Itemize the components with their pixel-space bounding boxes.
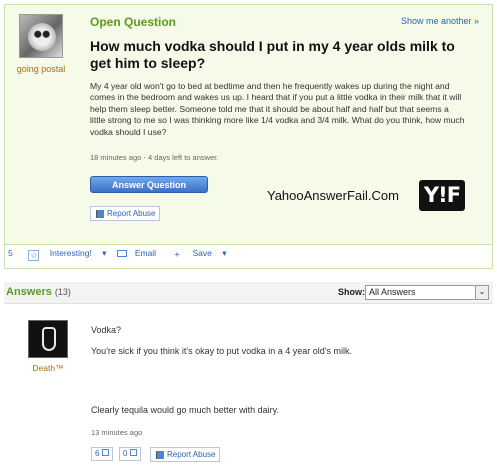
- author-avatar[interactable]: [19, 14, 63, 58]
- answer-line-3: Clearly tequila would go much better wit…: [91, 405, 279, 415]
- star-icon: ☆: [28, 250, 40, 261]
- yaf-logo: Y!F: [419, 180, 465, 211]
- thumbs-down-button[interactable]: 0: [119, 447, 142, 461]
- thumbs-up-count: 6: [95, 449, 100, 458]
- thumbs-up-icon: [102, 449, 110, 456]
- flag-icon: [156, 451, 164, 459]
- email-button[interactable]: Email: [116, 248, 167, 258]
- thumbs-down-count: 0: [123, 449, 128, 458]
- answer-author[interactable]: Death™: [24, 320, 72, 373]
- question-time: 18 minutes ago - 4 days left to answer.: [90, 153, 219, 162]
- email-icon: [116, 250, 127, 257]
- flag-icon: [96, 210, 104, 218]
- report-abuse-label: Report Abuse: [107, 209, 156, 218]
- watermark-text: YahooAnswerFail.Com: [267, 188, 399, 203]
- email-label: Email: [134, 248, 157, 258]
- save-label: Save: [192, 248, 212, 258]
- answer-avatar[interactable]: [28, 320, 68, 358]
- chevron-down-icon: ⌄: [475, 286, 488, 299]
- report-abuse-label: Report Abuse: [167, 450, 216, 459]
- question-report-abuse-button[interactable]: Report Abuse: [90, 206, 161, 221]
- question-body: My 4 year old won't go to bed at bedtime…: [90, 81, 465, 137]
- filter-value: All Answers: [369, 287, 416, 297]
- answer-question-button[interactable]: Answer Question: [90, 176, 208, 193]
- answers-heading: Answers: [6, 286, 52, 298]
- interesting-label: Interesting!: [49, 248, 92, 258]
- show-another-link[interactable]: Show me another »: [401, 16, 479, 26]
- plus-icon: +: [174, 249, 180, 259]
- answer-line-1: Vodka?: [91, 325, 122, 335]
- interesting-count: 5: [8, 248, 13, 258]
- answer-time: 13 minutes ago: [91, 428, 143, 437]
- answers-count: (13): [54, 287, 71, 297]
- yahoo-answers-page: going postal Open Question Show me anoth…: [0, 0, 497, 465]
- interesting-button[interactable]: 5 ☆ Interesting! ▾: [8, 248, 109, 261]
- author-username[interactable]: going postal: [14, 64, 68, 74]
- question-status: Open Question: [90, 15, 177, 29]
- question-title: How much vodka should I put in my 4 year…: [90, 38, 455, 71]
- question-actions: 5 ☆ Interesting! ▾ Email + Save ▾: [8, 248, 234, 261]
- answers-header: Answers (13) Show: All Answers ⌄: [4, 282, 493, 304]
- save-button[interactable]: + Save ▾: [174, 248, 226, 259]
- thumbs-up-button[interactable]: 6: [91, 447, 114, 461]
- answer-filter-select[interactable]: All Answers ⌄: [365, 285, 489, 300]
- answer-line-2: You're sick if you think it's okay to pu…: [91, 346, 352, 356]
- show-filter-label: Show:: [338, 287, 365, 297]
- thumbs-down-icon: [130, 449, 138, 456]
- answer-report-abuse-button[interactable]: Report Abuse: [150, 447, 221, 462]
- answer-username[interactable]: Death™: [24, 363, 72, 373]
- question-author[interactable]: going postal: [14, 14, 68, 74]
- answers-title: Answers (13): [6, 286, 71, 298]
